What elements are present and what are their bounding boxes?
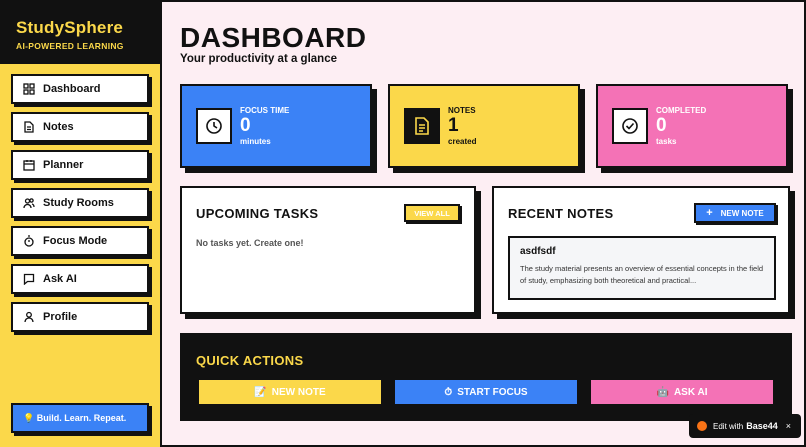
robot-icon: 🤖 [656,386,669,398]
quick-ask-ai-button[interactable]: 🤖 ASK AI [589,378,775,406]
sidebar-item-label: Ask AI [43,273,77,285]
stat-unit: created [448,137,477,146]
panel-title: RECENT NOTES [508,206,614,221]
sidebar-item-label: Study Rooms [43,197,114,209]
panel-title: UPCOMING TASKS [196,206,319,221]
plus-icon: + [706,207,713,219]
stat-notes: NOTES 1 created [388,84,580,168]
calendar-icon [23,160,35,171]
badge-brand: Base44 [746,421,778,431]
sidebar-item-label: Focus Mode [43,235,108,247]
stat-label: FOCUS TIME [240,106,290,115]
sidebar-item-profile[interactable]: Profile [11,302,149,332]
quick-new-note-button[interactable]: 📝 NEW NOTE [197,378,383,406]
quick-start-focus-button[interactable]: ⏱ START FOCUS [393,378,579,406]
memo-icon: 📝 [254,386,267,398]
quick-action-label: START FOCUS [457,386,528,398]
stat-unit: minutes [240,137,271,146]
stopwatch-icon [24,235,34,247]
brand-title: StudySphere [16,18,124,37]
close-icon[interactable]: × [786,421,791,431]
sidebar-item-dashboard[interactable]: Dashboard [11,74,149,104]
quick-actions-title: QUICK ACTIONS [196,353,304,368]
note-card[interactable]: asdfsdf The study material presents an o… [508,236,776,300]
new-note-button[interactable]: + NEW NOTE [694,203,776,223]
note-excerpt: The study material presents an overview … [520,264,764,285]
stat-focus-time: FOCUS TIME 0 minutes [180,84,372,168]
clock-icon [196,108,232,144]
brand-subtitle: AI-POWERED LEARNING [16,41,124,51]
document-icon [404,108,440,144]
note-title: asdfsdf [520,246,556,257]
sidebar-item-ask-ai[interactable]: Ask AI [11,264,149,294]
check-circle-icon [612,108,648,144]
sidebar-item-label: Notes [43,121,74,133]
upcoming-tasks-panel: UPCOMING TASKS VIEW ALL No tasks yet. Cr… [180,186,476,314]
page-title: DASHBOARD [180,22,367,53]
users-icon [23,198,35,209]
stat-value: 0 [656,115,667,136]
quick-actions-panel: QUICK ACTIONS 📝 NEW NOTE ⏱ START FOCUS 🤖… [180,333,792,421]
sidebar-item-planner[interactable]: Planner [11,150,149,180]
stat-unit: tasks [656,137,677,146]
stat-value: 0 [240,115,251,136]
base44-logo-icon [697,421,707,431]
grid-icon [23,83,35,95]
chat-icon [23,273,35,285]
stat-label: COMPLETED [656,106,707,115]
empty-tasks-message: No tasks yet. Create one! [196,238,304,248]
sidebar-item-focus-mode[interactable]: Focus Mode [11,226,149,256]
tagline: 💡 Build. Learn. Repeat. [11,403,149,433]
edit-with-base44-badge[interactable]: Edit with Base44 × [689,414,801,438]
timer-icon: ⏱ [444,386,453,398]
user-icon [24,311,34,323]
page-subtitle: Your productivity at a glance [180,53,337,65]
sidebar-item-label: Dashboard [43,83,101,95]
badge-prefix: Edit with [713,421,744,431]
sidebar-item-label: Planner [43,159,84,171]
sidebar-item-study-rooms[interactable]: Study Rooms [11,188,149,218]
quick-action-label: ASK AI [673,386,708,398]
view-all-button[interactable]: VIEW ALL [404,204,460,222]
stat-completed: COMPLETED 0 tasks [596,84,788,168]
new-note-label: NEW NOTE [720,208,764,218]
sidebar-item-label: Profile [43,311,78,323]
quick-action-label: NEW NOTE [271,386,326,398]
recent-notes-panel: RECENT NOTES + NEW NOTE asdfsdf The stud… [492,186,790,314]
stat-label: NOTES [448,106,476,115]
document-icon [24,121,34,133]
sidebar: StudySphere AI-POWERED LEARNING Dashboar… [0,0,162,447]
sidebar-item-notes[interactable]: Notes [11,112,149,142]
stat-value: 1 [448,115,459,136]
brand: StudySphere AI-POWERED LEARNING [0,0,160,64]
